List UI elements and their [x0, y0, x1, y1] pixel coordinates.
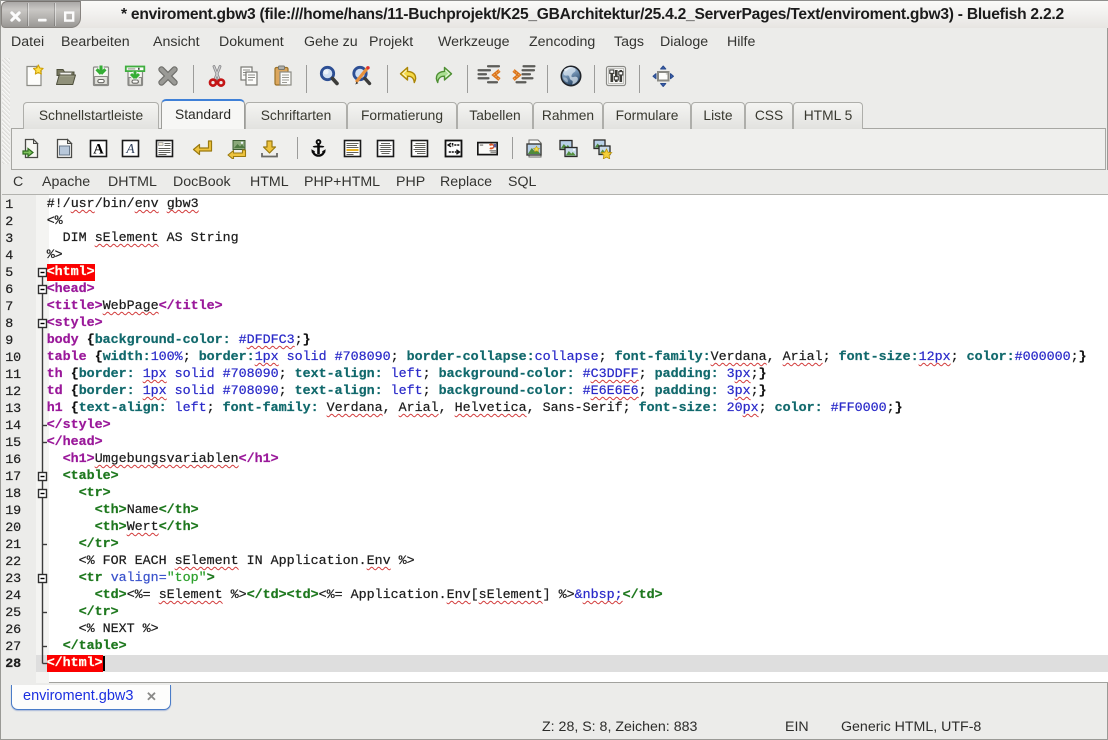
- svg-text:A: A: [93, 141, 104, 157]
- svg-text:A: A: [125, 141, 135, 156]
